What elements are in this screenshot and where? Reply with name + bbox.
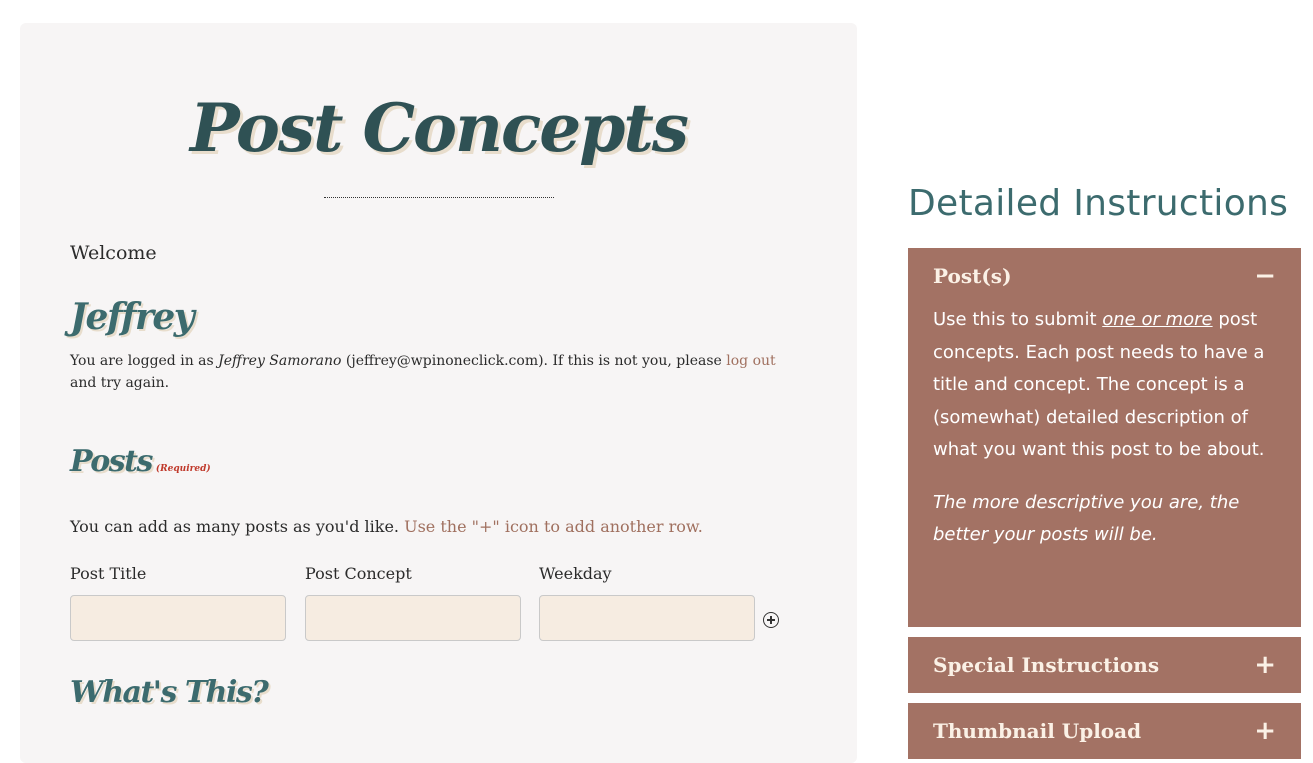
accordion-body-posts: Use this to submit one or more post conc… xyxy=(908,304,1301,576)
instructions-tip-text: The more descriptive you are, the better… xyxy=(933,491,1240,546)
sidebar-title: Detailed Instructions xyxy=(908,183,1289,224)
accordion-posts: Post(s) − Use this to submit one or more… xyxy=(908,248,1301,627)
login-note-suffix: and try again. xyxy=(70,375,170,391)
accordion-header-thumbnail-upload[interactable]: Thumbnail Upload + xyxy=(908,703,1301,759)
post-title-input[interactable] xyxy=(70,595,286,641)
post-concept-label: Post Concept xyxy=(305,564,412,583)
logged-in-user-name: Jeffrey Samorano xyxy=(218,353,342,369)
instructions-text-b: post concepts. Each post needs to have a… xyxy=(933,309,1265,460)
page-title: Post Concepts xyxy=(189,89,689,167)
user-name-heading: Jeffrey xyxy=(70,296,195,338)
title-divider xyxy=(324,197,554,198)
accordion-label-special-instructions: Special Instructions xyxy=(933,653,1160,677)
accordion-label-posts: Post(s) xyxy=(933,264,1012,288)
accordion-label-thumbnail-upload: Thumbnail Upload xyxy=(933,719,1142,743)
posts-description: You can add as many posts as you'd like.… xyxy=(70,517,703,536)
posts-description-text: You can add as many posts as you'd like. xyxy=(70,517,405,536)
accordion-header-posts[interactable]: Post(s) − xyxy=(908,248,1301,304)
welcome-label: Welcome xyxy=(70,242,157,264)
plus-icon[interactable]: + xyxy=(1254,652,1276,678)
accordion-header-special-instructions[interactable]: Special Instructions + xyxy=(908,637,1301,693)
instructions-paragraph: Use this to submit one or more post conc… xyxy=(933,304,1276,467)
login-note-prefix: You are logged in as xyxy=(70,353,219,369)
plus-icon[interactable]: + xyxy=(1254,718,1276,744)
weekday-label: Weekday xyxy=(539,564,612,583)
submission-form-card: Post Concepts Welcome Jeffrey You are lo… xyxy=(20,23,857,763)
logout-link[interactable]: log out xyxy=(726,353,775,369)
post-title-label: Post Title xyxy=(70,564,147,583)
whats-this-heading: What's This? xyxy=(70,675,269,710)
weekday-input[interactable] xyxy=(539,595,755,641)
instructions-emphasis: one or more xyxy=(1102,309,1213,330)
instructions-text-a: Use this to submit xyxy=(933,309,1103,330)
posts-heading-label: Posts xyxy=(70,444,153,479)
plus-circle-icon[interactable] xyxy=(763,612,779,628)
posts-section-heading: Posts (Required) xyxy=(70,447,211,477)
instructions-tip: The more descriptive you are, the better… xyxy=(933,487,1276,552)
required-badge: (Required) xyxy=(155,464,211,474)
accordion-thumbnail-upload: Thumbnail Upload + xyxy=(908,703,1301,759)
accordion-special-instructions: Special Instructions + xyxy=(908,637,1301,693)
minus-icon[interactable]: − xyxy=(1254,263,1276,289)
add-row-hint: Use the "+" icon to add another row. xyxy=(404,517,703,536)
post-concept-input[interactable] xyxy=(305,595,521,641)
login-status-note: You are logged in as Jeffrey Samorano (j… xyxy=(70,350,780,394)
login-note-email: (jeffrey@wpinoneclick.com). If this is n… xyxy=(341,353,727,369)
